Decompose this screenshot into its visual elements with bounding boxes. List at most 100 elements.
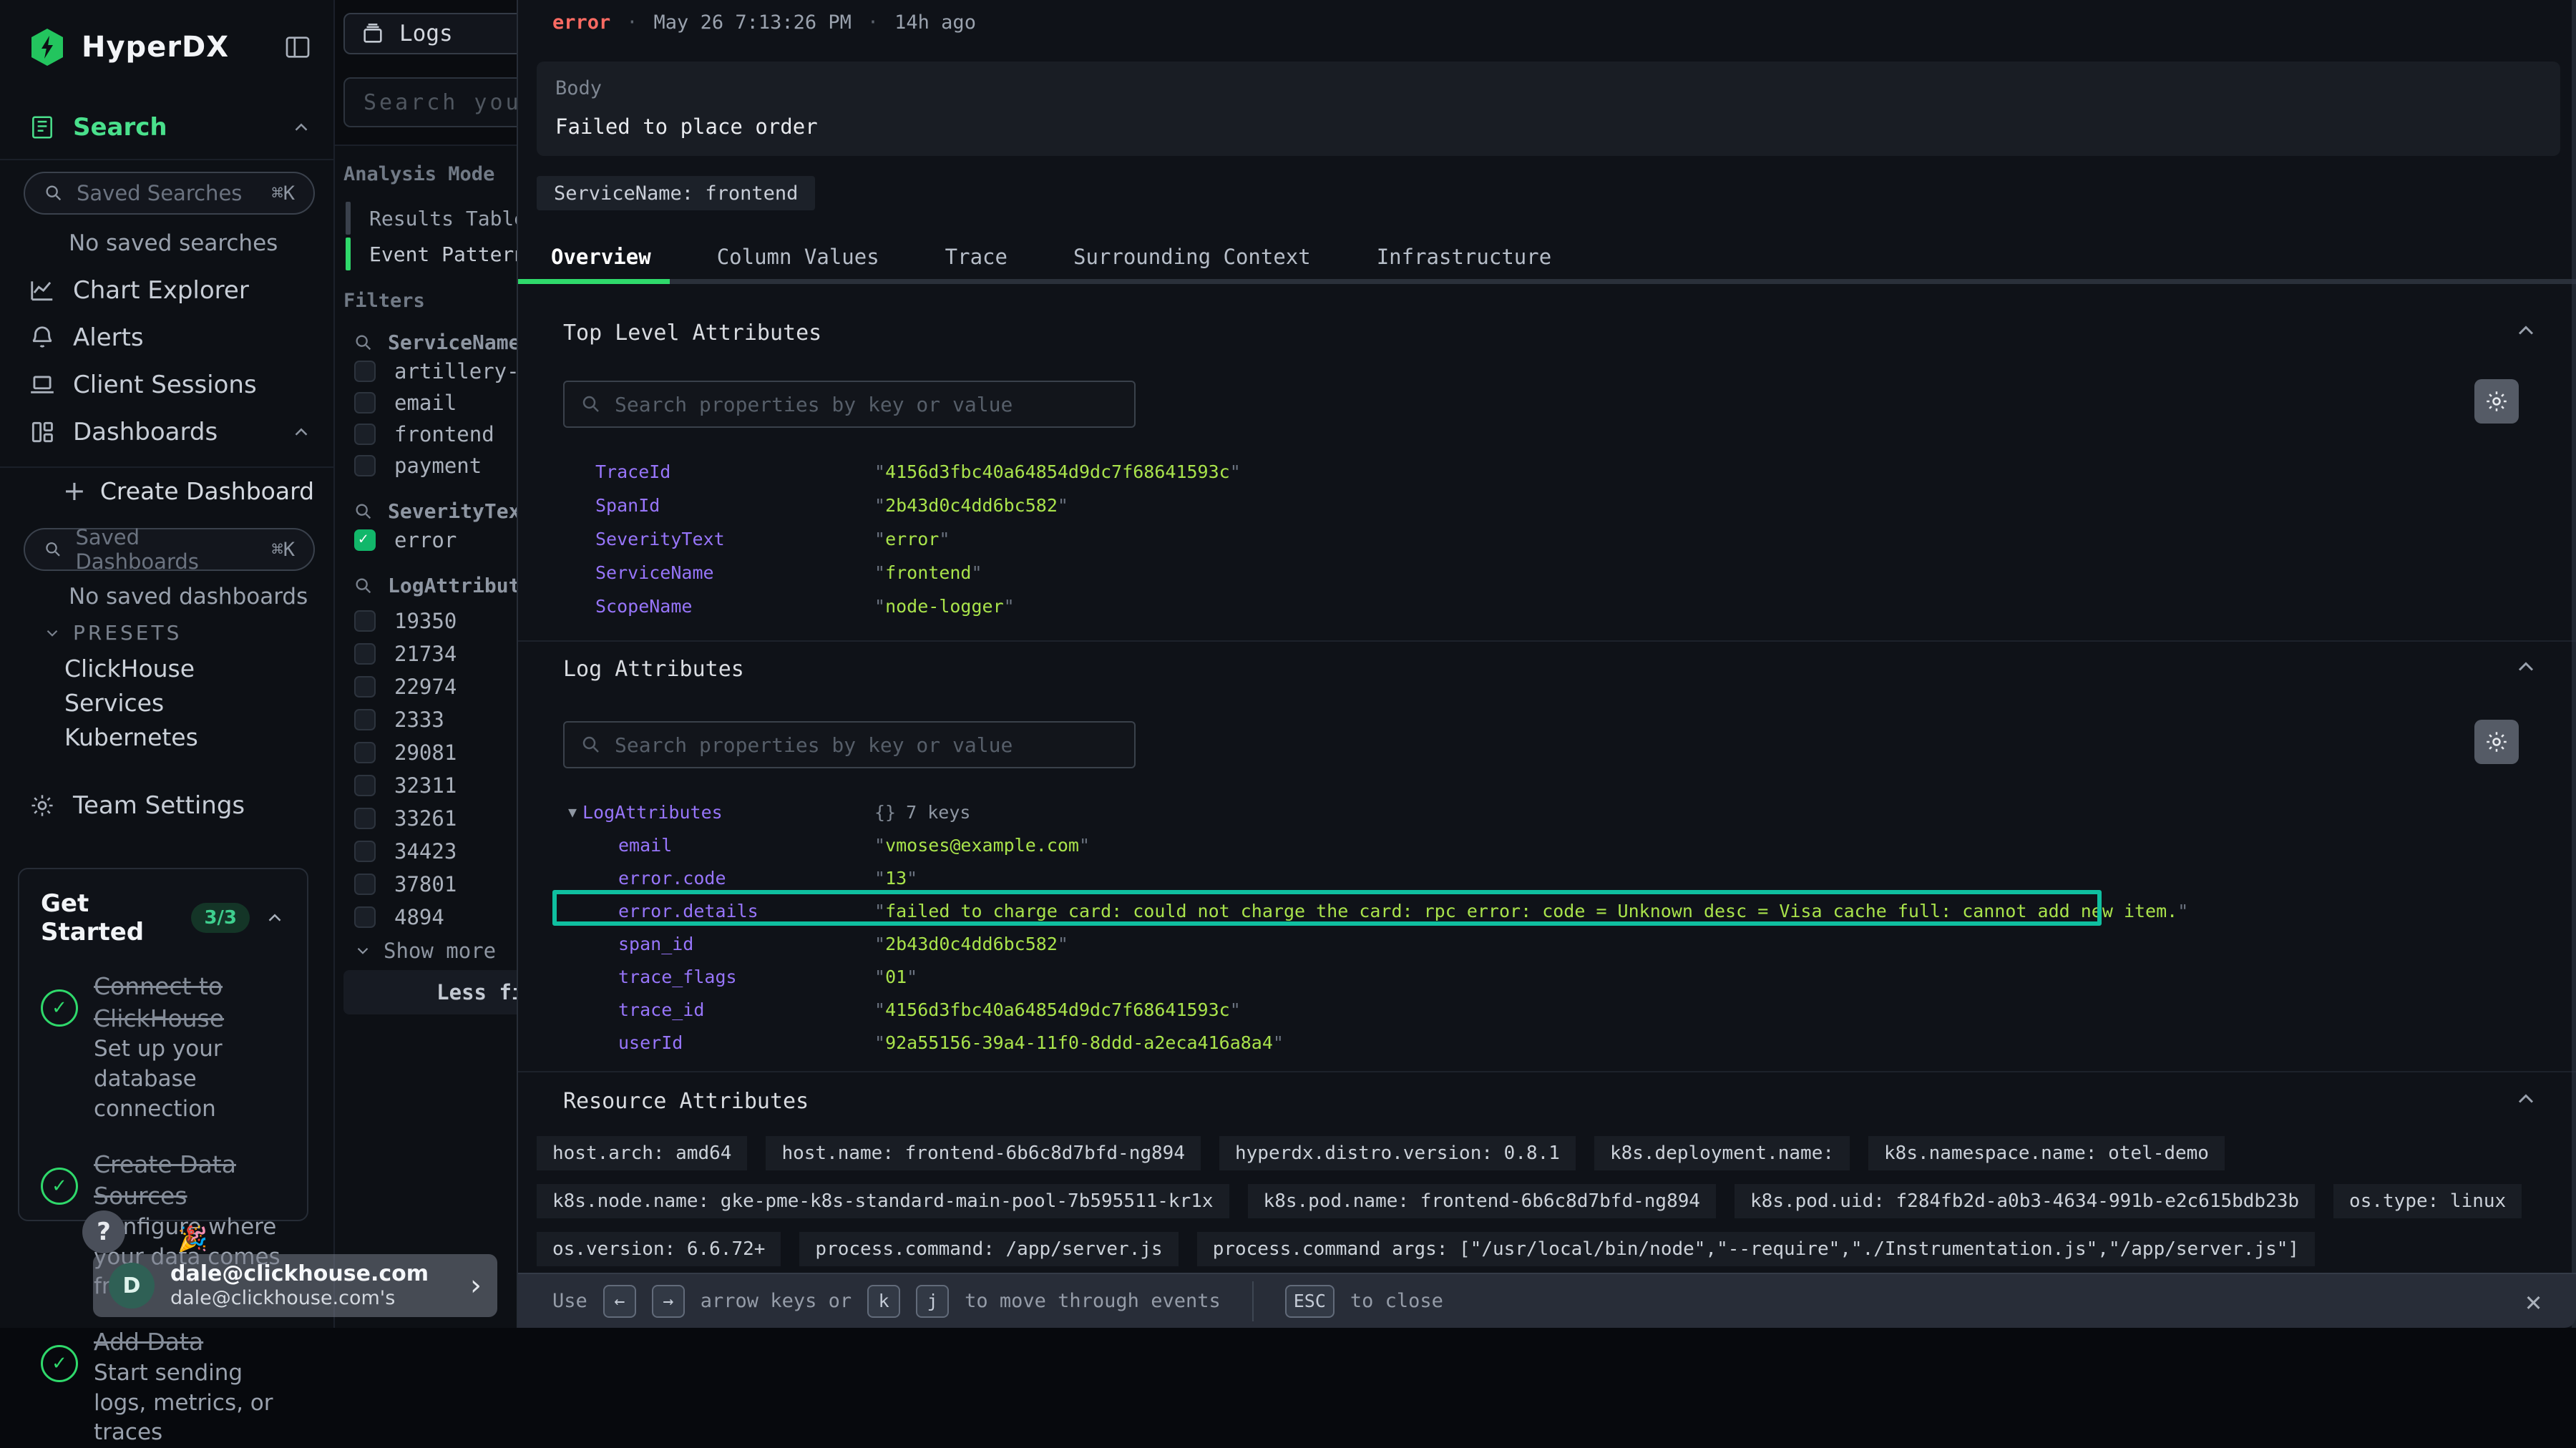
filter-option[interactable]: 29081 [354, 740, 457, 765]
saved-dashboards-input[interactable]: Saved Dashboards ⌘K [24, 528, 315, 571]
check-circle-icon: ✓ [41, 1168, 78, 1205]
resource-chip[interactable]: k8s.namespace.name: otel-demo [1868, 1136, 2225, 1170]
chart-icon [29, 277, 56, 304]
preset-clickhouse[interactable]: ClickHouse [64, 655, 195, 683]
attribute-row-highlighted[interactable]: error.details"failed to charge card: cou… [568, 894, 2533, 927]
app-title: HyperDX [82, 31, 229, 64]
resource-chip[interactable]: process.command args: ["/usr/local/bin/n… [1197, 1232, 2315, 1266]
resource-chip[interactable]: k8s.pod.name: frontend-6b6c8d7bfd-ng894 [1248, 1184, 1716, 1218]
caret-down-icon[interactable]: ▼ [568, 803, 582, 821]
collapse-section-icon[interactable] [2513, 1086, 2539, 1112]
close-icon[interactable]: ✕ [2525, 1286, 2542, 1317]
sidebar-item-team-settings[interactable]: Team Settings [29, 786, 312, 826]
collapse-section-icon[interactable] [2513, 654, 2539, 680]
attribute-row[interactable]: ServiceName"frontend" [595, 556, 2533, 590]
tab-surrounding-context[interactable]: Surrounding Context [1040, 235, 1344, 279]
service-tag[interactable]: ServiceName: frontend [537, 176, 815, 210]
attribute-row[interactable]: SpanId"2b43d0c4dd6bc582" [595, 489, 2533, 522]
resource-chip[interactable]: os.version: 6.6.72+ [537, 1232, 781, 1266]
mode-results-table[interactable]: Results Table [346, 202, 526, 235]
checkbox[interactable] [354, 676, 376, 698]
tree-root-row[interactable]: ▼ LogAttributes {}7 keys [568, 796, 2533, 828]
presets-section-label[interactable]: PRESETS [43, 621, 182, 645]
filter-option[interactable]: 21734 [354, 642, 457, 666]
onboarding-step[interactable]: ✓ Add Data Start sending logs, metrics, … [41, 1326, 286, 1448]
tab-column-values[interactable]: Column Values [684, 235, 912, 279]
sidebar: HyperDX Search Saved Searches ⌘K No save… [0, 0, 335, 1328]
resource-chip[interactable]: hyperdx.distro.version: 0.8.1 [1219, 1136, 1576, 1170]
filter-option[interactable]: 22974 [354, 675, 457, 699]
filter-option[interactable]: 37801 [354, 872, 457, 896]
attribute-row[interactable]: ScopeName"node-logger" [595, 590, 2533, 623]
attribute-row[interactable]: trace_id"4156d3fbc40a64854d9dc7f68641593… [568, 993, 2533, 1026]
checkbox[interactable] [354, 808, 376, 829]
filter-option[interactable]: 19350 [354, 609, 457, 633]
chevron-up-icon[interactable] [291, 117, 312, 138]
checkbox[interactable] [354, 775, 376, 796]
checkbox[interactable] [354, 361, 376, 382]
filter-option[interactable]: 32311 [354, 773, 457, 798]
search-nav-icon [29, 114, 56, 141]
saved-searches-input[interactable]: Saved Searches ⌘K [24, 172, 315, 215]
tab-overview[interactable]: Overview [518, 235, 684, 279]
attribute-row[interactable]: email"vmoses@example.com" [568, 828, 2533, 861]
sidebar-item-dashboards[interactable]: Dashboards [29, 412, 312, 452]
user-menu[interactable]: D dale@clickhouse.com dale@clickhouse.co… [93, 1254, 497, 1317]
checkbox[interactable] [354, 874, 376, 895]
checkbox[interactable] [354, 742, 376, 763]
checkbox[interactable] [354, 841, 376, 862]
resource-chip[interactable]: host.name: frontend-6b6c8d7bfd-ng894 [766, 1136, 1201, 1170]
filter-option[interactable]: payment [354, 454, 482, 478]
checkbox[interactable] [354, 643, 376, 665]
checkbox[interactable] [354, 455, 376, 476]
preset-kubernetes[interactable]: Kubernetes [64, 723, 198, 751]
checkbox[interactable] [354, 906, 376, 928]
attribute-row[interactable]: SeverityText"error" [595, 522, 2533, 556]
attributes-settings-button[interactable] [2474, 379, 2519, 424]
sidebar-item-chart-explorer[interactable]: Chart Explorer [29, 270, 312, 310]
resource-chip[interactable]: k8s.deployment.name: [1594, 1136, 1850, 1170]
collapse-section-icon[interactable] [2513, 318, 2539, 343]
properties-search-input[interactable]: Search properties by key or value [563, 721, 1136, 768]
chevron-up-icon[interactable] [264, 907, 286, 929]
resource-chip[interactable]: k8s.pod.uid: f284fb2d-a0b3-4634-991b-e2c… [1735, 1184, 2315, 1218]
sidebar-item-client-sessions[interactable]: Client Sessions [29, 365, 312, 405]
attribute-row[interactable]: userId"92a55156-39a4-11f0-8ddd-a2eca416a… [568, 1026, 2533, 1059]
filter-option[interactable]: 33261 [354, 806, 457, 831]
scrollbar[interactable] [2572, 0, 2576, 1328]
collapse-sidebar-icon[interactable] [283, 33, 312, 62]
help-button[interactable]: ? [82, 1210, 125, 1253]
attribute-row[interactable]: span_id"2b43d0c4dd6bc582" [568, 927, 2533, 960]
create-dashboard-button[interactable]: + Create Dashboard [63, 475, 314, 507]
mode-event-patterns[interactable]: Event Patterns [346, 238, 538, 270]
filter-option[interactable]: email [354, 391, 457, 415]
attribute-row[interactable]: trace_flags"01" [568, 960, 2533, 993]
checkbox[interactable] [354, 610, 376, 632]
filter-option[interactable]: 4894 [354, 905, 444, 929]
checkbox[interactable] [354, 709, 376, 730]
show-more-toggle[interactable]: Show more [353, 939, 496, 963]
sidebar-item-alerts[interactable]: Alerts [29, 318, 312, 358]
checkbox[interactable] [354, 424, 376, 445]
sidebar-item-search[interactable]: Search [29, 107, 312, 147]
filter-option[interactable]: 34423 [354, 839, 457, 864]
properties-search-input[interactable]: Search properties by key or value [563, 381, 1136, 428]
filter-option[interactable]: frontend [354, 422, 494, 446]
attributes-settings-button[interactable] [2474, 720, 2519, 764]
resource-chip[interactable]: host.arch: amd64 [537, 1136, 747, 1170]
filter-option-checked[interactable]: error [354, 528, 457, 552]
filter-group-servicename[interactable]: ServiceName [353, 331, 520, 354]
checkbox[interactable] [354, 392, 376, 414]
filter-group-severitytext[interactable]: SeverityText [353, 499, 532, 523]
checkbox-checked[interactable] [354, 529, 376, 551]
tab-trace[interactable]: Trace [912, 235, 1040, 279]
filter-option[interactable]: 2333 [354, 708, 444, 732]
resource-chip[interactable]: k8s.node.name: gke-pme-k8s-standard-main… [537, 1184, 1229, 1218]
tab-infrastructure[interactable]: Infrastructure [1344, 235, 1584, 279]
onboarding-step[interactable]: ✓ Connect to ClickHouse Set up your data… [41, 971, 286, 1125]
resource-chip[interactable]: process.command: /app/server.js [799, 1232, 1178, 1266]
resource-chip[interactable]: os.type: linux [2333, 1184, 2522, 1218]
chevron-up-icon[interactable] [291, 421, 312, 443]
preset-services[interactable]: Services [64, 689, 164, 717]
attribute-row[interactable]: TraceId"4156d3fbc40a64854d9dc7f68641593c… [595, 455, 2533, 489]
